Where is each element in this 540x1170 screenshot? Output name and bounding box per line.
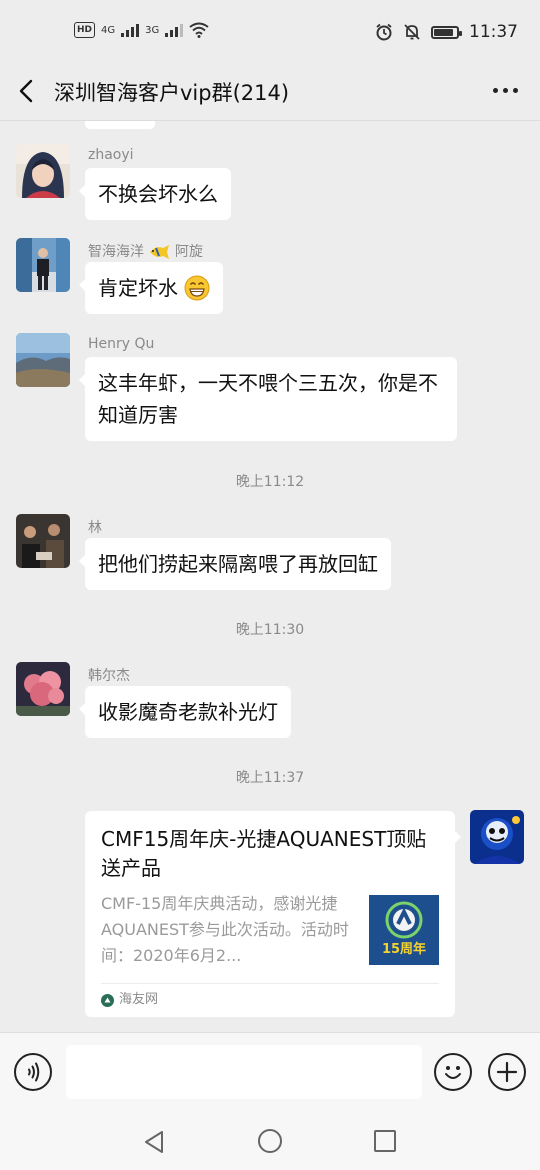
status-right: 11:37	[375, 22, 518, 42]
wifi-icon	[189, 22, 209, 38]
mute-icon	[404, 24, 420, 40]
avatar-axuan[interactable]	[16, 238, 70, 292]
more-options-icon[interactable]	[493, 88, 518, 93]
message-text: 这丰年虾，一天不喂个三五次，你是不知道厉害	[98, 371, 438, 427]
status-left: HD 4G 3G	[74, 22, 209, 38]
card-title: CMF15周年庆-光捷AQUANEST顶贴送产品	[101, 827, 427, 880]
message-bubble[interactable]: 不换会坏水么	[79, 168, 231, 220]
avatar-lin[interactable]	[16, 514, 70, 568]
partial-bubble	[85, 121, 155, 129]
sim1-label: 4G	[101, 24, 116, 36]
source-logo-icon	[101, 993, 114, 1007]
input-bar	[0, 1032, 540, 1115]
status-time: 11:37	[469, 22, 518, 42]
status-bar: HD 4G 3G 11:37	[0, 0, 540, 64]
avatar-han-erjie[interactable]	[16, 662, 70, 716]
message-bubble[interactable]: 把他们捞起来隔离喂了再放回缸	[79, 538, 391, 590]
avatar-self[interactable]	[470, 810, 524, 864]
emoji-button[interactable]	[434, 1053, 472, 1091]
avatar-zhaoyi[interactable]	[16, 144, 70, 198]
card-source: 海友网	[101, 989, 158, 1011]
message-list[interactable]: zhaoyi 不换会坏水么 智海海洋 阿旋 肯定坏水 Henry Qu 这丰年虾…	[0, 121, 540, 1032]
timestamp: 晚上11:12	[235, 474, 305, 490]
card-divider	[101, 983, 439, 984]
card-thumbnail: 15周年	[369, 895, 439, 965]
timestamp: 晚上11:30	[235, 622, 305, 638]
message-text: 收影魔奇老款补光灯	[98, 700, 278, 724]
card-source-label: 海友网	[119, 992, 159, 1007]
alarm-icon	[376, 23, 392, 41]
card-description: CMF-15周年庆典活动，感谢光捷AQUANEST参与此次活动。活动时间：202…	[101, 894, 349, 965]
grin-emoji-icon	[184, 275, 210, 301]
more-functions-button[interactable]	[488, 1053, 526, 1091]
system-recents-icon[interactable]	[374, 1130, 396, 1152]
card-thumb-text: 15周年	[382, 941, 426, 957]
hd-badge: HD	[74, 22, 96, 38]
voice-icon	[28, 1062, 40, 1082]
message-input[interactable]	[66, 1045, 422, 1099]
sender-name: zhaoyi	[88, 147, 134, 163]
message-bubble[interactable]: 肯定坏水	[78, 262, 224, 314]
sender-name: 林	[88, 520, 102, 536]
message-text: 肯定坏水	[98, 276, 178, 300]
message-text: 不换会坏水么	[98, 182, 218, 206]
message-bubble[interactable]: 这丰年虾，一天不喂个三五次，你是不知道厉害	[79, 357, 457, 441]
system-home-icon[interactable]	[258, 1129, 282, 1153]
chat-header: 深圳智海客户vip群(214)	[0, 64, 540, 121]
sim2-label: 3G	[145, 24, 160, 36]
signal-icon-2	[165, 23, 184, 37]
system-back-icon[interactable]	[142, 1129, 168, 1155]
message-text: 把他们捞起来隔离喂了再放回缸	[98, 552, 378, 576]
link-card[interactable]: CMF15周年庆-光捷AQUANEST顶贴送产品 CMF-15周年庆典活动，感谢…	[85, 811, 461, 1017]
fish-icon	[150, 245, 170, 259]
back-arrow-icon[interactable]	[12, 76, 42, 106]
plus-icon	[496, 1061, 518, 1083]
timestamp: 晚上11:37	[235, 770, 305, 786]
voice-input-button[interactable]	[14, 1053, 52, 1091]
chat-title: 深圳智海客户vip群(214)	[54, 81, 290, 105]
message-bubble[interactable]: 收影魔奇老款补光灯	[79, 686, 291, 738]
system-navigation-bar	[0, 1114, 540, 1170]
sender-name: 韩尔杰	[88, 668, 130, 684]
sender-name: Henry Qu	[88, 336, 155, 352]
emoji-icon	[445, 1066, 461, 1079]
signal-icon	[121, 23, 140, 37]
sender-name: 智海海洋 阿旋	[88, 244, 203, 260]
avatar-henry-qu[interactable]	[16, 333, 70, 387]
battery-icon	[431, 25, 462, 39]
